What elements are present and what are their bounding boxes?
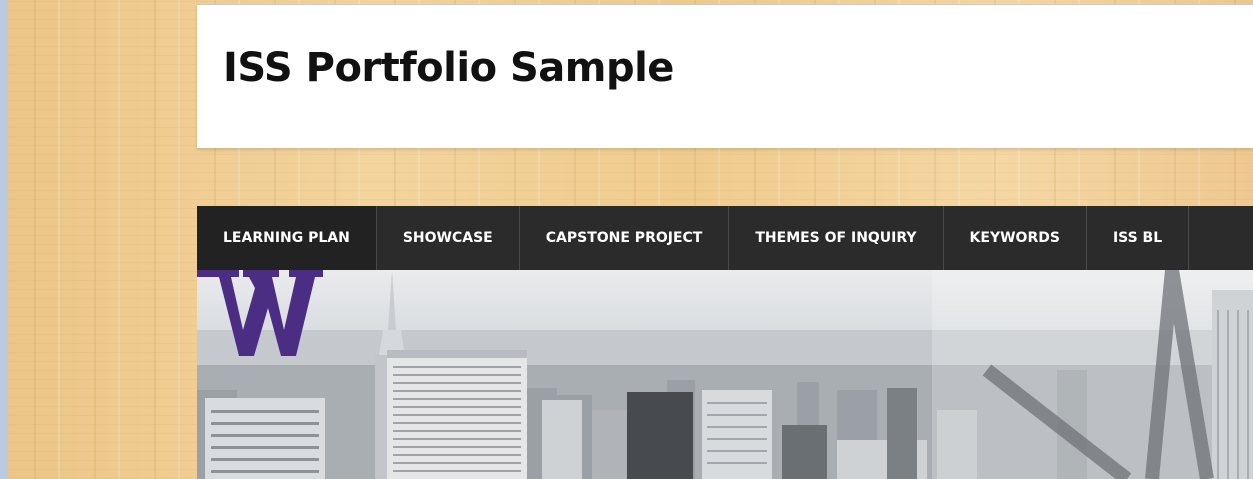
header-banner-image	[197, 270, 1253, 479]
nav-item-learning-plan[interactable]: LEARNING PLAN	[197, 206, 377, 270]
uw-w-logo	[197, 270, 323, 356]
nav-item-iss-blog[interactable]: ISS BL	[1087, 206, 1190, 270]
nav-item-themes-of-inquiry[interactable]: THEMES OF INQUIRY	[729, 206, 944, 270]
city-skyline-image	[197, 270, 1253, 479]
site-title[interactable]: ISS Portfolio Sample	[223, 45, 674, 91]
nav-item-showcase[interactable]: SHOWCASE	[377, 206, 520, 270]
nav-item-capstone-project[interactable]: CAPSTONE PROJECT	[520, 206, 730, 270]
site-header: ISS Portfolio Sample	[197, 4, 1253, 148]
window-left-edge	[0, 0, 8, 479]
main-navigation: LEARNING PLAN SHOWCASE CAPSTONE PROJECT …	[197, 206, 1253, 270]
nav-item-keywords[interactable]: KEYWORDS	[944, 206, 1087, 270]
